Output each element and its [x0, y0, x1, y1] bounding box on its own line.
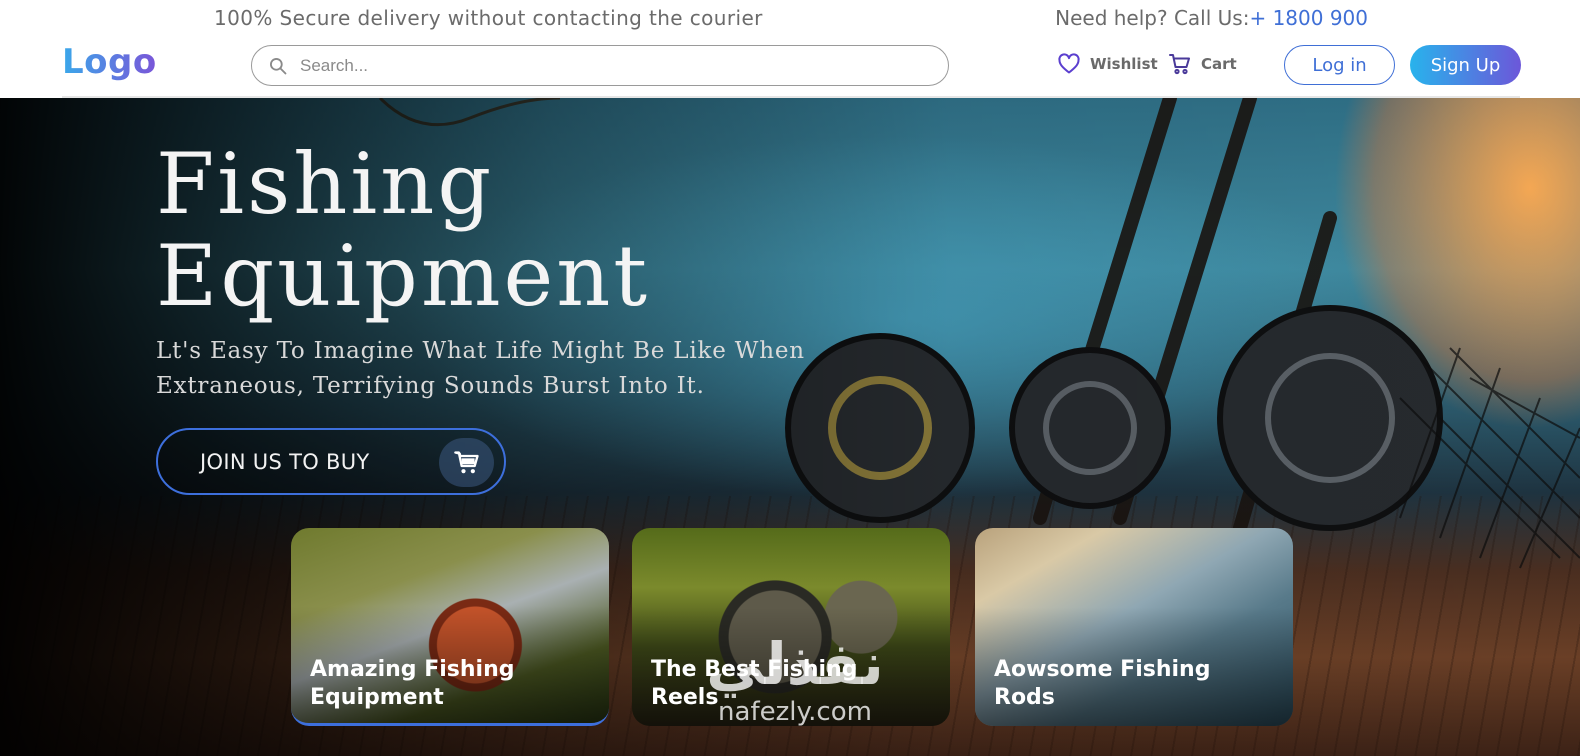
help-contact: Need help? Call Us:+ 1800 900 — [1055, 6, 1368, 30]
hero-title: Fishing Equipment — [156, 138, 650, 322]
signup-button[interactable]: Sign Up — [1410, 45, 1521, 85]
help-phone-link[interactable]: + 1800 900 — [1249, 6, 1368, 30]
category-card-title: Aowsome Fishing Rods — [994, 657, 1211, 710]
top-info-bar: 100% Secure delivery without contacting … — [0, 0, 1580, 36]
delivery-promo-text: 100% Secure delivery without contacting … — [214, 6, 763, 30]
hero-title-line1: Fishing — [156, 135, 495, 233]
cart-label: Cart — [1201, 55, 1237, 73]
hero-subtitle: Lt's Easy To Imagine What Life Might Be … — [156, 338, 805, 399]
heart-icon — [1058, 53, 1080, 74]
join-cart-icon-wrap — [439, 438, 494, 487]
hero-title-line2: Equipment — [156, 227, 651, 325]
wishlist-label: Wishlist — [1090, 55, 1158, 73]
watermark-domain: nafezly.com — [718, 697, 872, 727]
help-label: Need help? Call Us: — [1055, 6, 1250, 30]
search-input[interactable] — [300, 52, 920, 80]
hero-section: Fishing Equipment Lt's Easy To Imagine W… — [0, 98, 1580, 756]
join-us-to-buy-button[interactable]: JOIN US TO BUY — [156, 428, 506, 495]
category-card-title: Amazing Fishing Equipment — [310, 657, 515, 710]
cart-icon — [453, 450, 479, 473]
site-header: Logo Wishlist Cart Log in Sign Up — [0, 36, 1580, 98]
category-card-equipment[interactable]: Amazing Fishing Equipment — [291, 528, 609, 726]
wishlist-link[interactable]: Wishlist — [1057, 52, 1158, 76]
cart-icon — [1169, 54, 1190, 75]
site-logo[interactable]: Logo — [62, 42, 157, 82]
join-button-label: JOIN US TO BUY — [200, 450, 370, 474]
cart-link[interactable]: Cart — [1168, 52, 1237, 76]
category-card-rods[interactable]: Aowsome Fishing Rods — [975, 528, 1293, 726]
watermark: نفذلي nafezly.com — [690, 634, 900, 728]
search-bar[interactable] — [251, 45, 949, 86]
login-button[interactable]: Log in — [1284, 45, 1395, 85]
search-icon — [270, 57, 287, 75]
watermark-arabic: نفذلي — [706, 630, 884, 698]
